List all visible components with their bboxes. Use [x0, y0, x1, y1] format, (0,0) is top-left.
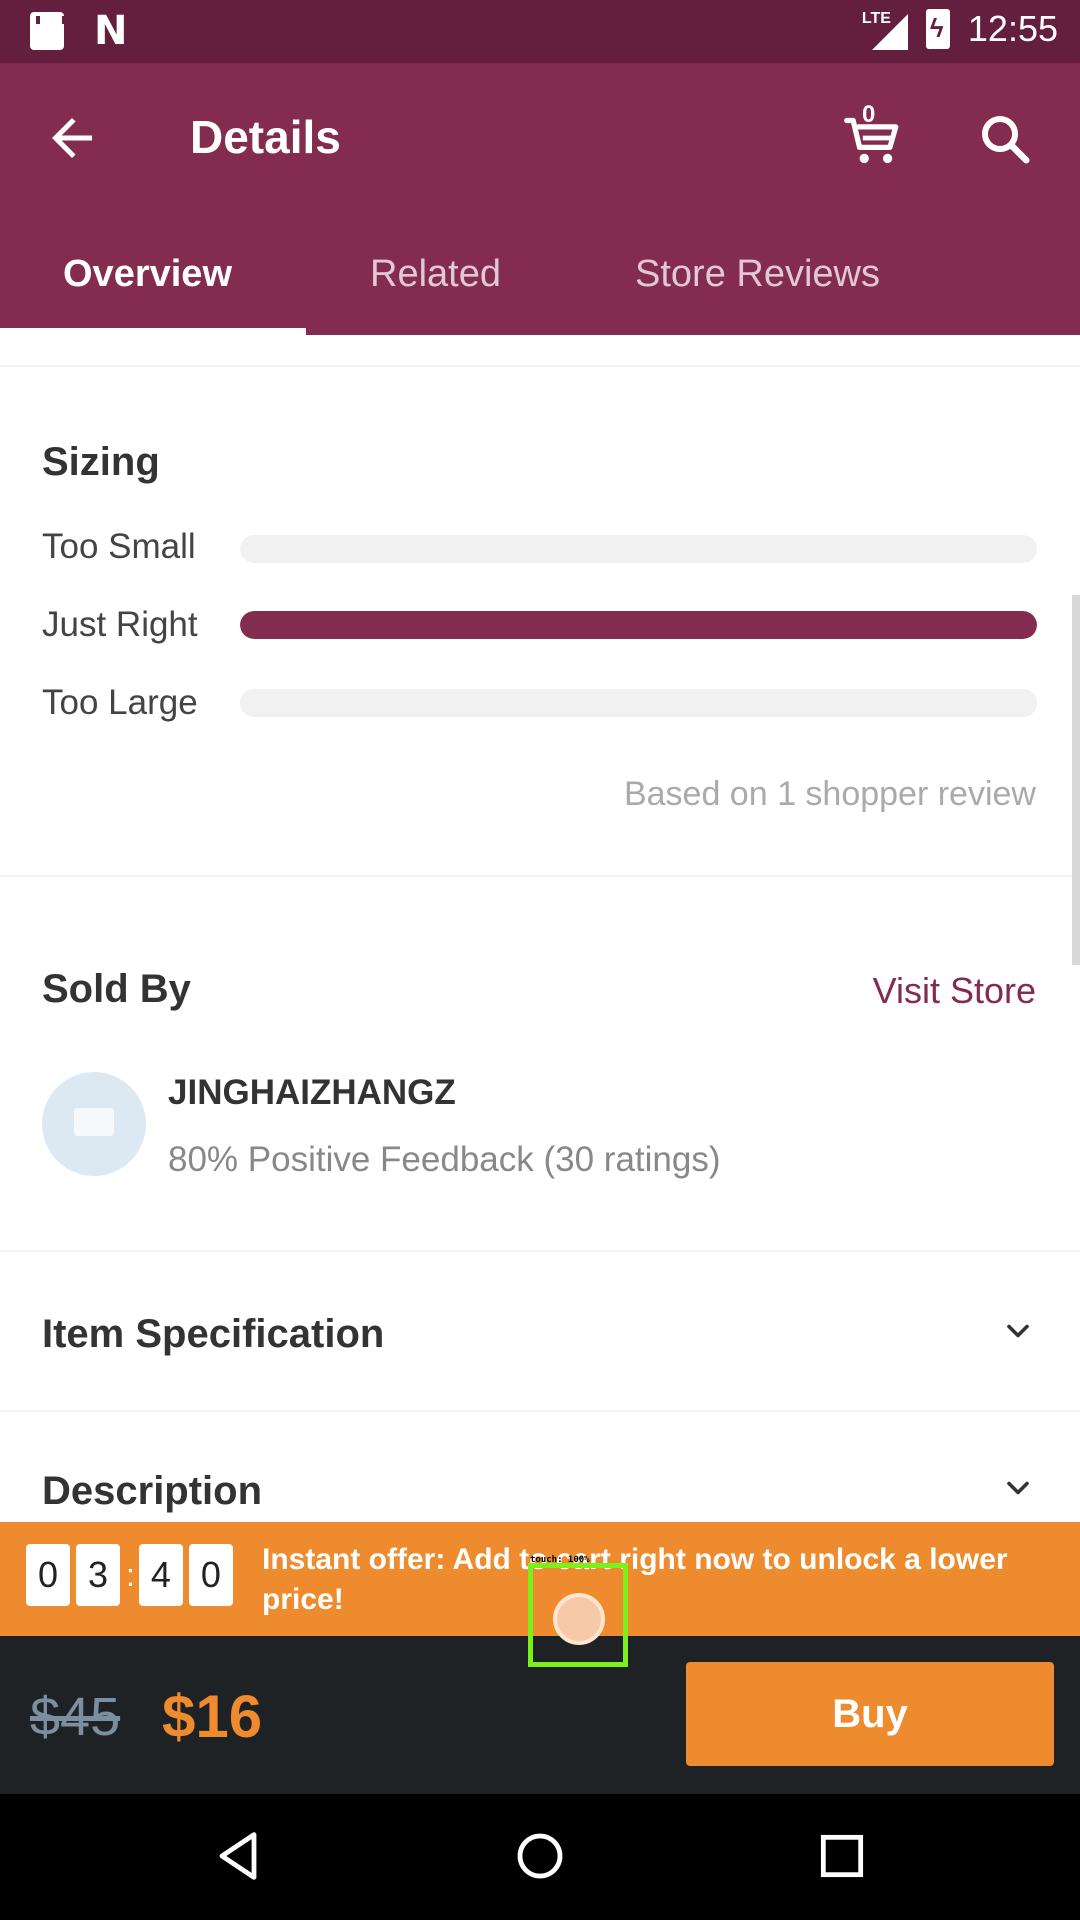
size-bar-too-small [240, 535, 1037, 563]
chevron-down-icon[interactable] [1000, 1470, 1036, 1506]
cart-count-badge: 0 [862, 101, 876, 128]
timer-digit: 3 [76, 1544, 120, 1606]
divider [0, 1250, 1080, 1252]
size-label-just-right: Just Right [42, 605, 198, 644]
touch-indicator-label: touch: 100% [530, 1555, 590, 1565]
description-title[interactable]: Description [42, 1469, 262, 1514]
item-specification-title[interactable]: Item Specification [42, 1312, 384, 1357]
original-price: $45 [30, 1687, 121, 1747]
status-clock: 12:55 [967, 8, 1058, 49]
back-arrow-icon [52, 118, 92, 158]
divider [0, 1410, 1080, 1412]
size-bar-just-right [240, 611, 1037, 639]
battery-charging-icon [925, 9, 950, 49]
visit-store-link[interactable]: Visit Store [873, 970, 1036, 1012]
search-icon [982, 116, 1030, 164]
nav-recents-icon[interactable] [810, 1824, 874, 1888]
app-bar: Details 0 Overview Related Store Reviews [0, 63, 1080, 335]
system-nav-bar [0, 1794, 1080, 1920]
sold-by-title: Sold By [42, 967, 191, 1011]
size-label-too-large: Too Large [42, 683, 198, 722]
size-label-too-small: Too Small [42, 527, 196, 566]
chevron-down-icon[interactable] [1000, 1313, 1036, 1349]
timer-digit: 4 [138, 1544, 183, 1606]
sizing-review-count: Based on 1 shopper review [623, 775, 1036, 813]
store-name[interactable]: JINGHAIZHANGZ [168, 1073, 456, 1113]
status-bar: N LTE 12:55 [0, 0, 1080, 63]
countdown-timer: 0 3 : 4 0 [26, 1544, 239, 1606]
store-avatar-icon[interactable] [42, 1072, 146, 1176]
store-feedback: 80% Positive Feedback (30 ratings) [168, 1140, 721, 1179]
timer-digit: 0 [188, 1544, 233, 1606]
divider [0, 875, 1080, 877]
tab-related[interactable]: Related [370, 253, 501, 296]
tab-store-reviews[interactable]: Store Reviews [635, 253, 880, 296]
sizing-title: Sizing [42, 440, 160, 484]
tab-overview[interactable]: Overview [63, 253, 232, 296]
size-bar-too-large [240, 689, 1037, 717]
n-icon: N [94, 8, 128, 54]
touch-point [553, 1593, 605, 1645]
active-tab-indicator [0, 328, 306, 335]
sd-card-icon [30, 12, 66, 50]
lte-signal-icon: LTE [862, 8, 908, 50]
status-right-icons: LTE 12:55 [862, 8, 1058, 50]
buy-button[interactable]: Buy [686, 1662, 1054, 1766]
status-left-icons: N [30, 8, 128, 54]
sale-price: $16 [162, 1683, 263, 1750]
scrollbar[interactable] [1072, 595, 1080, 965]
divider [0, 365, 1080, 367]
nav-back-icon[interactable] [206, 1824, 270, 1888]
overview-content[interactable]: Sizing Too Small Just Right Too Large Ba… [0, 335, 1080, 1522]
search-button[interactable] [975, 109, 1035, 169]
page-title: Details [190, 111, 341, 163]
timer-digit: 0 [26, 1544, 70, 1606]
size-fill-just-right [240, 611, 1037, 639]
back-button[interactable] [42, 108, 102, 168]
offer-text: Instant offer: Add to cart right now to … [262, 1543, 1008, 1616]
tab-bar: Overview Related Store Reviews [0, 243, 1080, 335]
timer-separator: : [126, 1556, 135, 1593]
nav-home-icon[interactable] [508, 1824, 572, 1888]
